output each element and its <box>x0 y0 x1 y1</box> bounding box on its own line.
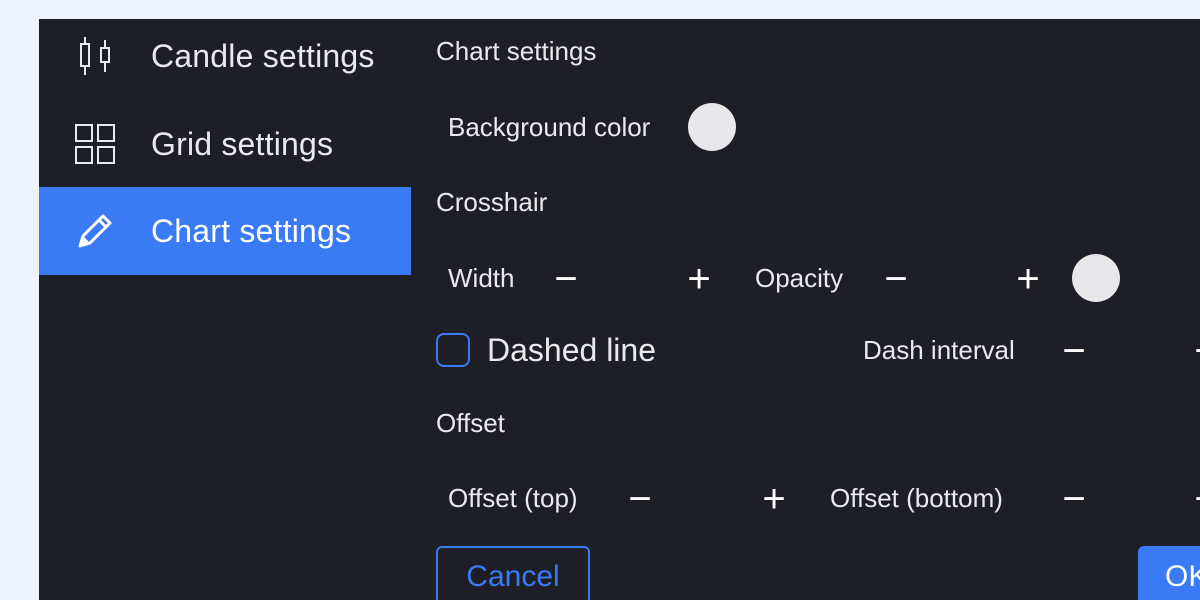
crosshair-opacity-label: Opacity <box>755 263 844 293</box>
dash-interval-decrease-button[interactable]: − <box>1056 331 1092 371</box>
page-title: Chart settings <box>436 36 597 66</box>
ok-button[interactable]: OK <box>1138 546 1200 600</box>
offset-title: Offset <box>436 408 505 438</box>
settings-panel: Candle settings Grid settings Chart sett… <box>39 19 1200 600</box>
grid-icon <box>73 122 117 166</box>
sidebar: Candle settings Grid settings Chart sett… <box>39 19 411 600</box>
dashed-line-label: Dashed line <box>487 332 656 368</box>
candlestick-icon <box>73 34 117 78</box>
crosshair-width-label: Width <box>448 263 515 293</box>
sidebar-item-candle-settings[interactable]: Candle settings <box>39 19 411 100</box>
crosshair-color-swatch[interactable] <box>1072 254 1120 302</box>
offset-bottom-label: Offset (bottom) <box>830 483 1003 513</box>
opacity-increase-button[interactable]: + <box>1010 259 1046 299</box>
sidebar-item-label: Candle settings <box>151 37 375 74</box>
background-color-swatch[interactable] <box>688 103 736 151</box>
dash-interval-increase-button[interactable]: + <box>1188 331 1200 371</box>
pencil-icon <box>73 209 117 253</box>
width-decrease-button[interactable]: − <box>548 259 584 299</box>
dashed-line-checkbox[interactable] <box>436 333 470 367</box>
offset-top-increase-button[interactable]: + <box>756 479 792 519</box>
offset-top-decrease-button[interactable]: − <box>622 479 658 519</box>
sidebar-item-label: Chart settings <box>151 212 352 249</box>
crosshair-title: Crosshair <box>436 187 548 217</box>
background-color-label: Background color <box>448 112 651 142</box>
offset-bottom-increase-button[interactable]: + <box>1188 479 1200 519</box>
sidebar-item-grid-settings[interactable]: Grid settings <box>39 100 411 188</box>
cancel-button[interactable]: Cancel <box>436 546 590 600</box>
sidebar-item-chart-settings[interactable]: Chart settings <box>39 187 411 275</box>
offset-top-label: Offset (top) <box>448 483 578 513</box>
dash-interval-label: Dash interval <box>863 335 1015 365</box>
chart-settings-content: Chart settings Background color Crosshai… <box>436 19 1200 600</box>
opacity-decrease-button[interactable]: − <box>878 259 914 299</box>
width-increase-button[interactable]: + <box>681 259 717 299</box>
offset-bottom-decrease-button[interactable]: − <box>1056 479 1092 519</box>
sidebar-item-label: Grid settings <box>151 125 334 162</box>
